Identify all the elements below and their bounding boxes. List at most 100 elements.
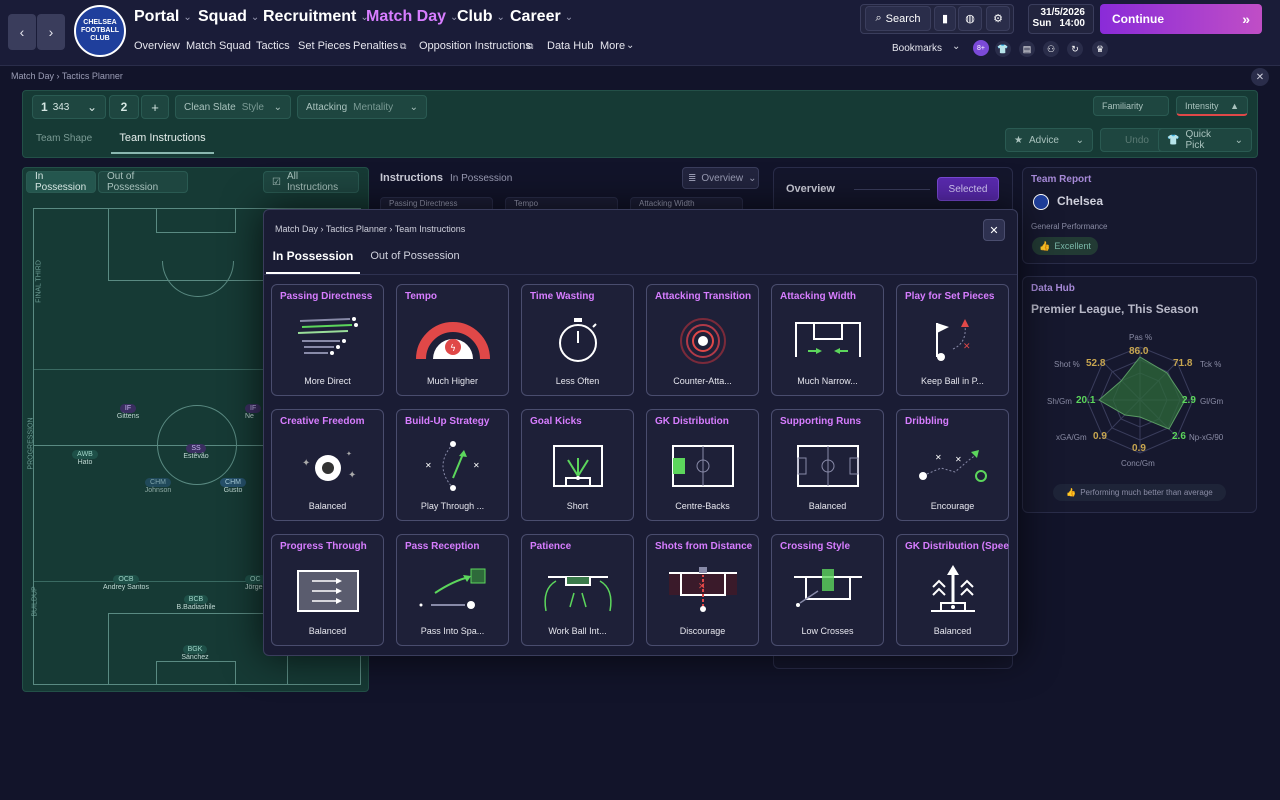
width-icon bbox=[795, 322, 861, 357]
trophy-icon[interactable]: ♛ bbox=[1092, 41, 1108, 57]
familiarity-meter[interactable]: Familiarity bbox=[1093, 96, 1169, 116]
breadcrumb-item[interactable]: Match Day bbox=[275, 224, 318, 234]
card-title: GK Distribution (Speed bbox=[905, 541, 1009, 552]
sublink-set-pieces[interactable]: Set Pieces bbox=[298, 40, 351, 52]
modal-tab-in-possession[interactable]: In Possession bbox=[266, 249, 360, 274]
club-crest[interactable]: CHELSEA FOOTBALL CLUB bbox=[74, 5, 126, 57]
advice-button[interactable]: ★ Advice ⌄ bbox=[1005, 128, 1093, 152]
instruction-card-time-wasting[interactable]: Time Wasting Less Often bbox=[521, 284, 634, 396]
sublink-tactics[interactable]: Tactics bbox=[256, 40, 290, 52]
notification-badge[interactable]: 8+ bbox=[973, 40, 989, 56]
player-marker[interactable]: BGK Sánchez bbox=[173, 645, 217, 661]
menu-portal[interactable]: Portal ⌄ bbox=[134, 8, 192, 26]
progress-pitch-icon bbox=[297, 570, 359, 612]
people-icon[interactable]: ⚇ bbox=[1043, 41, 1059, 57]
tab-team-shape[interactable]: Team Shape bbox=[36, 133, 92, 144]
instruction-card-gk-distribution-speed[interactable]: GK Distribution (Speed Balanced bbox=[896, 534, 1009, 646]
globe-button[interactable]: ◍ bbox=[958, 6, 982, 31]
player-marker[interactable]: CHM Gusto bbox=[208, 478, 258, 494]
instruction-card-gk-distribution[interactable]: GK Distribution Centre-Backs bbox=[646, 409, 759, 521]
instruction-card-attacking-transition[interactable]: Attacking Transition Counter-Atta... bbox=[646, 284, 759, 396]
player-marker[interactable]: CHM Johnson bbox=[133, 478, 183, 494]
overview-select[interactable]: ≣ Overview ⌄ bbox=[682, 167, 759, 189]
all-instructions-button[interactable]: ☑ All Instructions bbox=[263, 171, 359, 193]
instruction-card-creative-freedom[interactable]: Creative Freedom ✦ ✦ ✦ Balanced bbox=[271, 409, 384, 521]
intensity-meter[interactable]: Intensity ▲ bbox=[1176, 96, 1248, 116]
card-title: Play for Set Pieces bbox=[905, 291, 995, 302]
quick-pick-button[interactable]: 👕 Quick Pick ⌄ bbox=[1158, 128, 1252, 152]
instruction-card-attacking-width[interactable]: Attacking Width Much Narrow... bbox=[771, 284, 884, 396]
instruction-card-patience[interactable]: Patience Work Ball Int... bbox=[521, 534, 634, 646]
breadcrumb-item[interactable]: Tactics Planner bbox=[62, 71, 123, 81]
instruction-card-crossing-style[interactable]: Crossing Style Low Crosses bbox=[771, 534, 884, 646]
menu-club[interactable]: Club ⌄ bbox=[457, 8, 505, 26]
menu-label: Recruitment bbox=[263, 8, 357, 25]
instruction-card-play-for-set-pieces[interactable]: Play for Set Pieces ✕ Keep Ball in P... bbox=[896, 284, 1009, 396]
forward-button[interactable]: › bbox=[37, 14, 65, 50]
instruction-card-passing-directness[interactable]: Passing Directness More Direct bbox=[271, 284, 384, 396]
tactic-slot-2[interactable]: 2 bbox=[109, 95, 139, 119]
list-icon: ≣ bbox=[688, 172, 697, 184]
add-tactic-button[interactable]: + bbox=[141, 95, 169, 119]
team-instructions-modal: Match Day › Tactics Planner › Team Instr… bbox=[263, 209, 1018, 656]
player-marker[interactable]: SS Estêvão bbox=[171, 444, 221, 460]
tab-pitch-out-of-possession[interactable]: Out of Possession bbox=[98, 171, 188, 193]
card-title: Pass Reception bbox=[405, 541, 480, 552]
stat-label: Gl/Gm bbox=[1200, 397, 1224, 406]
instruction-card-tempo[interactable]: Tempo ϟ Much Higher bbox=[396, 284, 509, 396]
close-page-button[interactable]: ✕ bbox=[1251, 68, 1269, 86]
breadcrumb-item[interactable]: Match Day bbox=[11, 71, 54, 81]
instruction-card-pass-reception[interactable]: Pass Reception Pass Into Spa... bbox=[396, 534, 509, 646]
player-marker[interactable]: BCB B.Badiashile bbox=[163, 595, 229, 611]
mentality-select[interactable]: Attacking Mentality ⌄ bbox=[297, 95, 427, 119]
instruction-card-build-up-strategy[interactable]: Build-Up Strategy ✕ ✕ Play Through ... bbox=[396, 409, 509, 521]
refresh-icon[interactable]: ↻ bbox=[1067, 41, 1083, 57]
clipboard-icon[interactable]: ▤ bbox=[1019, 41, 1035, 57]
svg-text:✕: ✕ bbox=[698, 582, 706, 592]
menu-recruitment[interactable]: Recruitment ⌄ bbox=[263, 8, 369, 26]
shirt-icon[interactable]: 👕 bbox=[995, 41, 1011, 57]
divider bbox=[264, 274, 1017, 275]
close-modal-button[interactable]: ✕ bbox=[983, 219, 1005, 241]
sublink-more[interactable]: More bbox=[600, 40, 625, 52]
stat-value: 71.8 bbox=[1173, 358, 1193, 369]
menu-career[interactable]: Career ⌄ bbox=[510, 8, 573, 26]
ball-sparkle-icon: ✦ ✦ ✦ bbox=[302, 450, 356, 481]
tab-pitch-in-possession[interactable]: In Possession bbox=[26, 171, 96, 193]
breadcrumb-item[interactable]: Tactics Planner bbox=[326, 224, 387, 234]
card-value: Balanced bbox=[808, 501, 847, 511]
breadcrumb-item[interactable]: Team Instructions bbox=[395, 224, 466, 234]
back-button[interactable]: ‹ bbox=[8, 14, 36, 50]
instruction-card-shots-from-distance[interactable]: Shots from Distance ✕ Discourage bbox=[646, 534, 759, 646]
card-value: Less Often bbox=[555, 376, 600, 386]
sublink-data-hub[interactable]: Data Hub bbox=[547, 40, 593, 52]
selected-toggle[interactable]: Selected bbox=[937, 177, 999, 201]
player-marker[interactable]: OCB Andrey Santos bbox=[93, 575, 159, 591]
player-marker[interactable]: IF Gittens bbox=[103, 404, 153, 420]
sublink-overview[interactable]: Overview bbox=[134, 40, 180, 52]
player-marker[interactable]: AWB Hato bbox=[65, 450, 105, 466]
menu-squad[interactable]: Squad ⌄ bbox=[198, 8, 259, 26]
menu-match-day[interactable]: Match Day ⌄ bbox=[366, 8, 458, 26]
bookmark-button[interactable]: ▮ bbox=[934, 6, 956, 31]
formation-select[interactable]: 1 343 ⌄ bbox=[32, 95, 106, 119]
team-report-card: Team Report Chelsea General Performance … bbox=[1022, 167, 1257, 264]
search-button[interactable]: ⌕ Search bbox=[865, 6, 931, 31]
card-title: Goal Kicks bbox=[530, 416, 582, 427]
sublink-opposition-instructions[interactable]: Opposition Instructions bbox=[419, 40, 531, 52]
card-title: Build-Up Strategy bbox=[405, 416, 490, 427]
instruction-card-supporting-runs[interactable]: Supporting Runs Balanced bbox=[771, 409, 884, 521]
close-icon: ✕ bbox=[1255, 71, 1265, 83]
bookmarks-label[interactable]: Bookmarks bbox=[892, 43, 942, 54]
instruction-card-progress-through[interactable]: Progress Through Balanced bbox=[271, 534, 384, 646]
style-select[interactable]: Clean Slate Style ⌄ bbox=[175, 95, 291, 119]
sublink-penalties[interactable]: Penalties bbox=[353, 40, 398, 52]
continue-button[interactable]: Continue » bbox=[1100, 4, 1262, 34]
sublink-match-squad[interactable]: Match Squad bbox=[186, 40, 251, 52]
tab-team-instructions[interactable]: Team Instructions bbox=[111, 132, 214, 154]
instruction-card-dribbling[interactable]: Dribbling ✕ ✕ Encourage bbox=[896, 409, 1009, 521]
date-box[interactable]: 31/5/2026 Sun 14:00 bbox=[1028, 4, 1094, 34]
settings-button[interactable]: ⚙ bbox=[986, 6, 1010, 31]
instruction-card-goal-kicks[interactable]: Goal Kicks Short bbox=[521, 409, 634, 521]
modal-tab-out-of-possession[interactable]: Out of Possession bbox=[360, 250, 470, 275]
